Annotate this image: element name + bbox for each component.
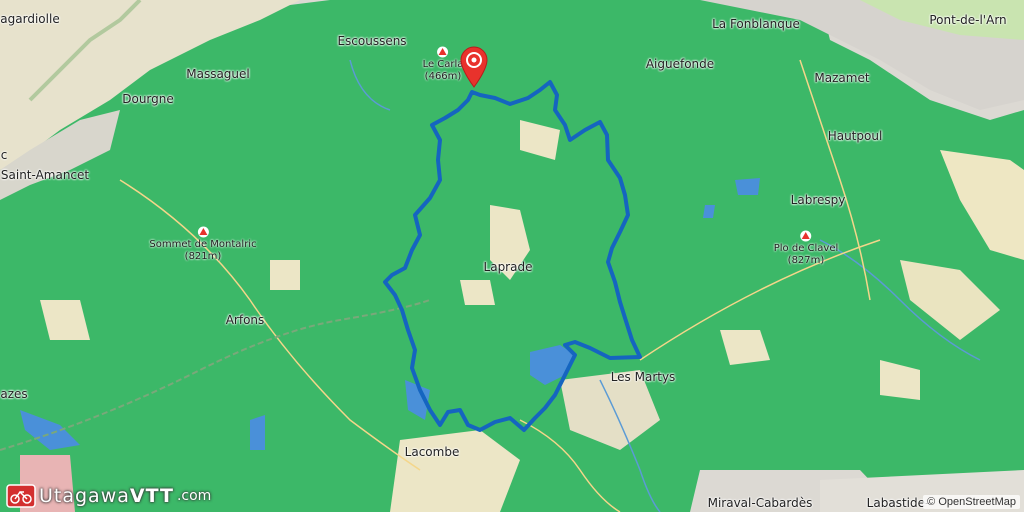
place-miraval: Miraval-Cabardès	[707, 496, 813, 510]
place-la-fonblanque: La Fonblanque	[712, 17, 800, 31]
start-pin-icon[interactable]	[459, 46, 489, 88]
field-area	[460, 280, 495, 305]
place-hautpoul: Hautpoul	[827, 129, 883, 143]
place-c-left: c	[0, 148, 8, 162]
place-labrespy: Labrespy	[790, 193, 846, 207]
place-dourgne: Dourgne	[122, 92, 174, 106]
peak-icon	[800, 230, 812, 242]
peak-elevation: (827m)	[787, 255, 825, 266]
utagawa-logo[interactable]: UtagawaVTT .com	[6, 484, 211, 508]
place-escoussens: Escoussens	[337, 34, 407, 48]
peak-plo-de-clavel: Plo de Clavel (827m)	[773, 230, 839, 267]
place-pont-de-larn: Pont-de-l'Arn	[929, 13, 1007, 27]
logo-text-a: Utagawa	[39, 485, 130, 507]
place-azes: azes	[0, 387, 28, 401]
peak-name: Sommet de Montalric	[149, 239, 257, 250]
peak-elevation: (821m)	[184, 251, 222, 262]
map-canvas[interactable]: Escoussens Massaguel Dourgne Saint-Amanc…	[0, 0, 1024, 512]
peak-le-carla: Le Carla (466m)	[422, 46, 464, 83]
lake	[250, 415, 265, 450]
place-massaguel: Massaguel	[186, 67, 250, 81]
place-lacombe: Lacombe	[404, 445, 460, 459]
place-aiguefonde: Aiguefonde	[645, 57, 715, 71]
field-area	[270, 260, 300, 290]
place-labastide: Labastide-	[866, 496, 930, 510]
logo-text-b: VTT	[129, 485, 174, 507]
osm-attribution[interactable]: © OpenStreetMap	[923, 495, 1020, 509]
bike-logo-icon	[6, 484, 36, 508]
peak-icon	[437, 46, 449, 58]
peak-montalric: Sommet de Montalric (821m)	[149, 226, 257, 263]
peak-icon	[197, 226, 209, 238]
peak-elevation: (466m)	[424, 71, 462, 82]
peak-name: Le Carla	[422, 59, 464, 70]
lake	[703, 205, 715, 218]
place-les-martys: Les Martys	[610, 370, 676, 384]
place-arfons: Arfons	[225, 313, 265, 327]
peak-name: Plo de Clavel	[773, 243, 839, 254]
place-saint-amancet: Saint-Amancet	[0, 168, 90, 182]
logo-text-c: .com	[176, 488, 212, 504]
place-mazamet: Mazamet	[814, 71, 870, 85]
place-laprade: Laprade	[483, 260, 533, 274]
lake	[735, 178, 760, 195]
place-agardiolle: agardiolle	[0, 12, 60, 26]
